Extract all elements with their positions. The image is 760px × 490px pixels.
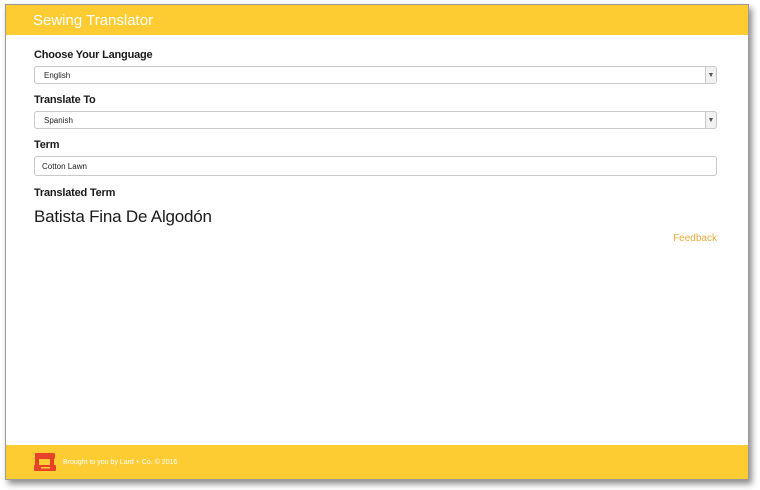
chevron-down-icon[interactable]: ▼ — [705, 67, 716, 83]
feedback-link[interactable]: Feedback — [34, 233, 717, 244]
source-language-label: Choose Your Language — [34, 49, 153, 61]
translator-form: Choose Your Language English ▼ Translate… — [6, 49, 748, 244]
app-window: Sewing Translator Choose Your Language E… — [5, 4, 749, 480]
term-input[interactable] — [34, 156, 717, 176]
app-header: Sewing Translator — [6, 5, 748, 35]
sewing-machine-icon — [34, 453, 56, 471]
source-language-value: English — [44, 70, 71, 80]
target-language-value: Spanish — [44, 115, 73, 125]
app-title: Sewing Translator — [33, 11, 154, 29]
translated-term-value: Batista Fina De Algodón — [34, 207, 212, 226]
chevron-down-icon[interactable]: ▼ — [705, 112, 716, 128]
source-language-select[interactable]: English ▼ — [34, 66, 717, 84]
translated-term-label: Translated Term — [34, 187, 116, 199]
term-label: Term — [34, 139, 60, 151]
target-language-select[interactable]: Spanish ▼ — [34, 111, 717, 129]
target-language-label: Translate To — [34, 94, 96, 106]
app-footer: Brought to you by Lard + Co. © 2016 — [6, 445, 748, 479]
footer-credit: Brought to you by Lard + Co. © 2016 — [63, 458, 178, 466]
